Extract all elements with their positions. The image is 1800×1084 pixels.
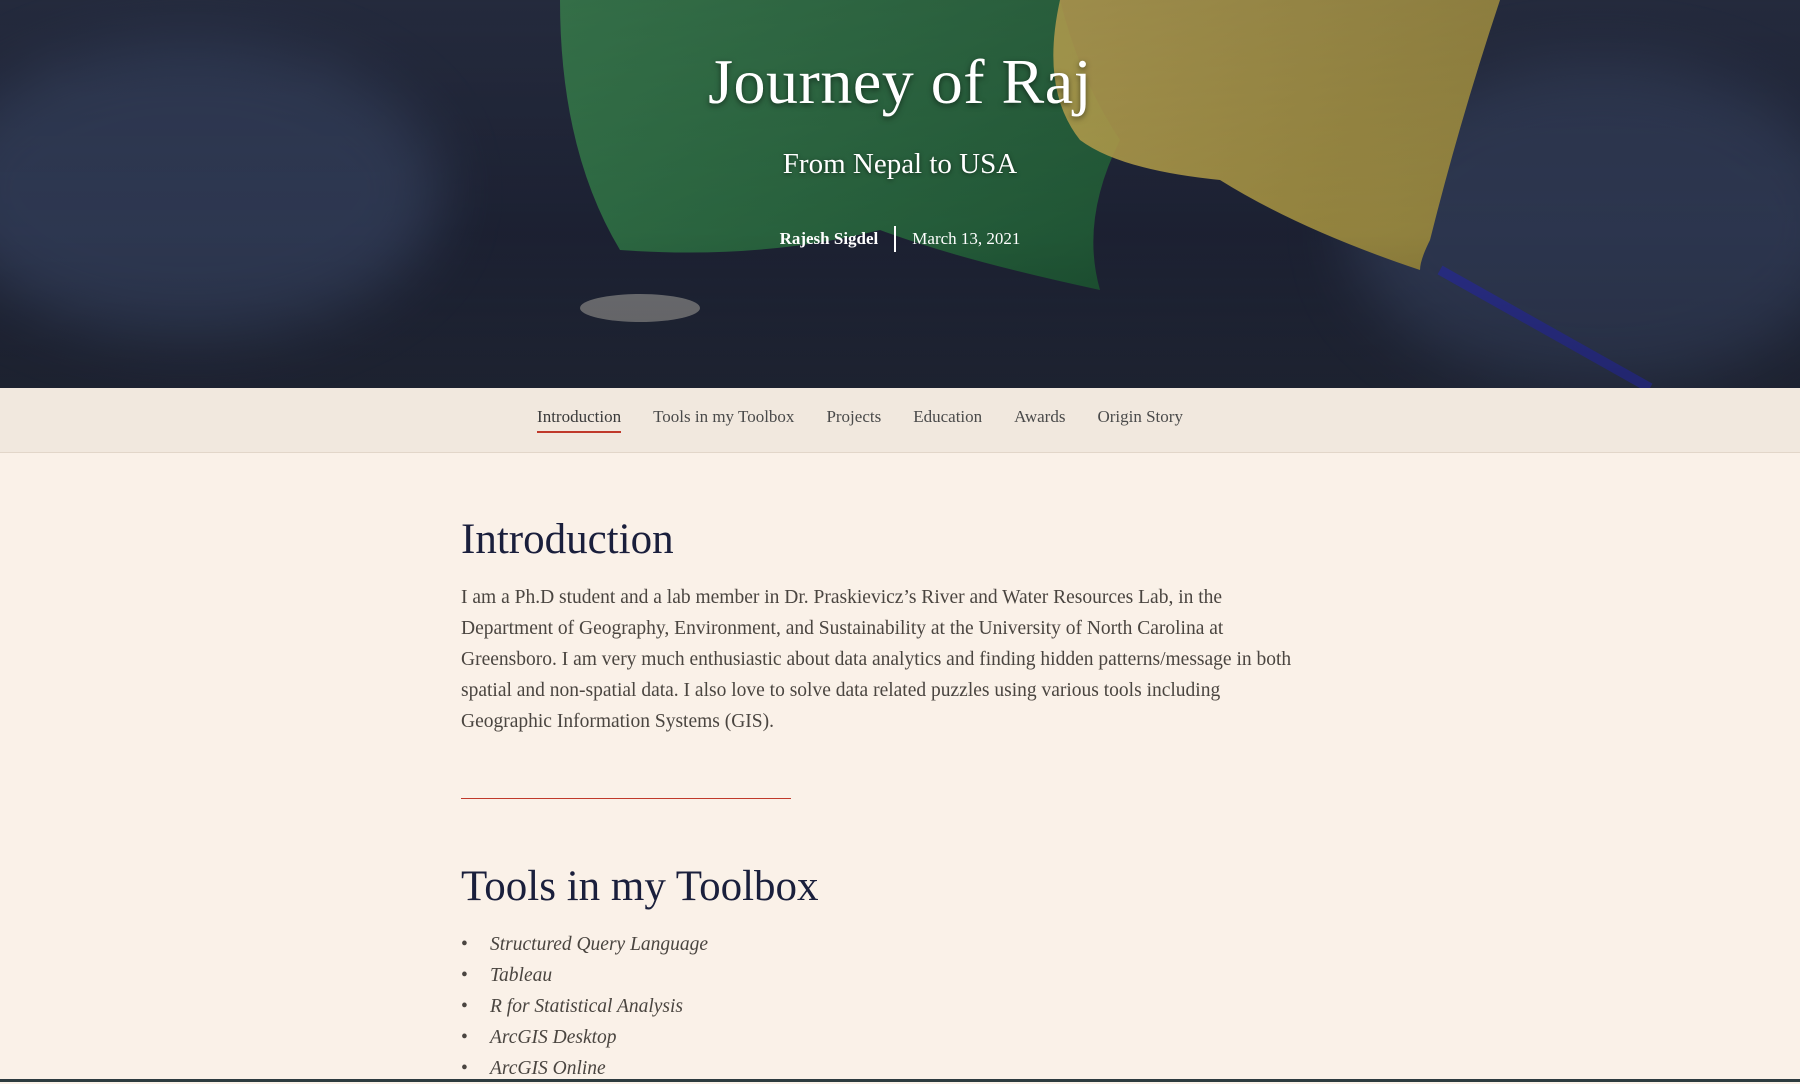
nav-item-education[interactable]: Education bbox=[913, 407, 982, 433]
page-title: Journey of Raj bbox=[708, 46, 1092, 117]
section-nav: Introduction Tools in my Toolbox Project… bbox=[0, 388, 1800, 453]
list-item: • ArcGIS Desktop bbox=[461, 1022, 708, 1053]
list-item: • Structured Query Language bbox=[461, 929, 708, 960]
list-item: • Tableau bbox=[461, 960, 708, 991]
section-title-tools: Tools in my Toolbox bbox=[461, 863, 819, 910]
bullet-icon: • bbox=[461, 996, 468, 1017]
page-subtitle: From Nepal to USA bbox=[782, 148, 1018, 180]
nav-item-awards[interactable]: Awards bbox=[1014, 407, 1065, 433]
tool-name: Tableau bbox=[490, 965, 553, 986]
hero-banner: Journey of Raj From Nepal to USA Rajesh … bbox=[0, 0, 1800, 388]
section-nav-list: Introduction Tools in my Toolbox Project… bbox=[537, 407, 1183, 433]
bullet-icon: • bbox=[461, 965, 468, 986]
tools-list: • Structured Query Language • Tableau • R f… bbox=[461, 929, 708, 1084]
bullet-icon: • bbox=[461, 1027, 468, 1048]
section-title-introduction: Introduction bbox=[461, 516, 674, 563]
publish-date: March 13, 2021 bbox=[912, 229, 1021, 248]
nav-item-origin-story[interactable]: Origin Story bbox=[1097, 407, 1182, 433]
nav-item-tools[interactable]: Tools in my Toolbox bbox=[653, 407, 794, 433]
list-item: • R for Statistical Analysis bbox=[461, 991, 708, 1022]
tool-name: ArcGIS Desktop bbox=[490, 1027, 617, 1048]
byline: Rajesh Sigdel March 13, 2021 bbox=[0, 226, 1800, 252]
introduction-paragraph: I am a Ph.D student and a lab member in … bbox=[461, 587, 1292, 732]
author-name: Rajesh Sigdel bbox=[779, 229, 879, 248]
bullet-icon: • bbox=[461, 934, 468, 955]
tool-name: Structured Query Language bbox=[490, 934, 709, 955]
nav-item-introduction[interactable]: Introduction bbox=[537, 407, 622, 433]
nav-item-projects[interactable]: Projects bbox=[826, 407, 881, 433]
section-divider bbox=[461, 798, 791, 799]
tool-name: R for Statistical Analysis bbox=[490, 996, 684, 1017]
